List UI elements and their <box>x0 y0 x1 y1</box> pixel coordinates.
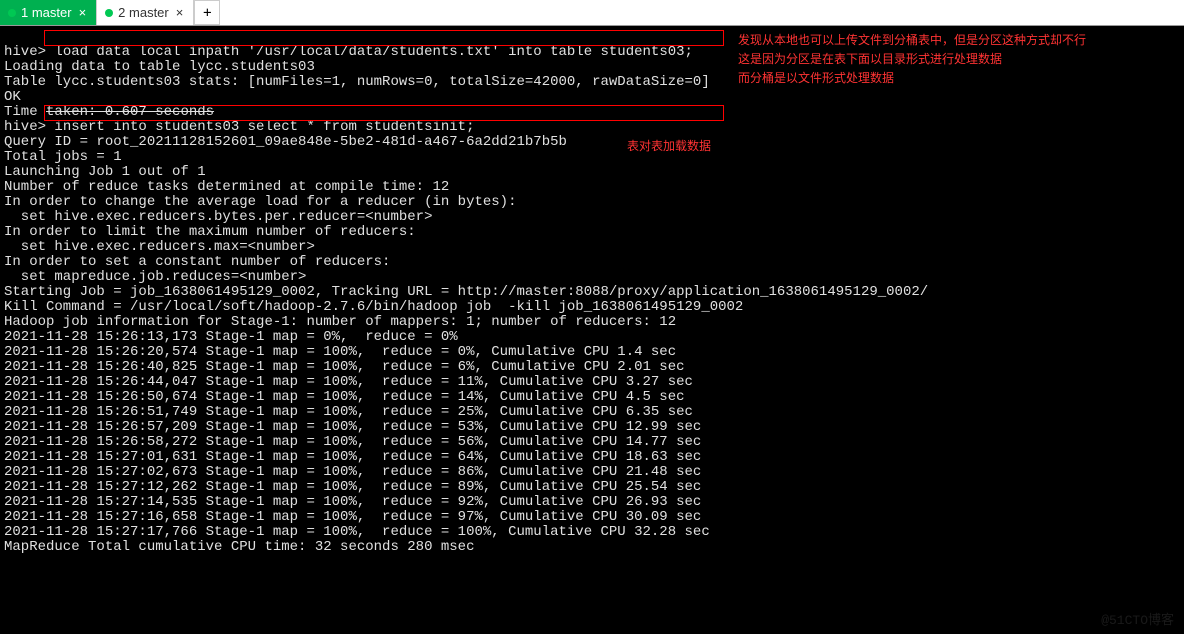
terminal-output: MapReduce Total cumulative CPU time: 32 … <box>4 539 474 555</box>
terminal-output: 2021-11-28 15:27:14,535 Stage-1 map = 10… <box>4 494 701 510</box>
hive-prompt: hive> <box>4 44 46 60</box>
terminal[interactable]: hive> load data local inpath '/usr/local… <box>0 26 1184 634</box>
status-dot-icon <box>105 9 113 17</box>
terminal-output: 2021-11-28 15:26:20,574 Stage-1 map = 10… <box>4 344 676 360</box>
terminal-output: 2021-11-28 15:27:16,658 Stage-1 map = 10… <box>4 509 701 525</box>
command-load-data: load data local inpath '/usr/local/data/… <box>46 44 693 60</box>
terminal-output: 2021-11-28 15:26:44,047 Stage-1 map = 10… <box>4 374 693 390</box>
tab-1-master[interactable]: 1 master × <box>0 0 97 25</box>
close-icon[interactable]: × <box>77 5 89 20</box>
terminal-output: 2021-11-28 15:27:01,631 Stage-1 map = 10… <box>4 449 701 465</box>
terminal-output: Query ID = root_20211128152601_09ae848e-… <box>4 134 567 150</box>
annotation-4: 表对表加载数据 <box>627 139 711 154</box>
annotation-3: 而分桶是以文件形式处理数据 <box>738 71 894 86</box>
tab-bar: 1 master × 2 master × + <box>0 0 1184 26</box>
terminal-output: 2021-11-28 15:27:12,262 Stage-1 map = 10… <box>4 479 701 495</box>
terminal-output: 2021-11-28 15:26:50,674 Stage-1 map = 10… <box>4 389 685 405</box>
terminal-output: 2021-11-28 15:27:02,673 Stage-1 map = 10… <box>4 464 701 480</box>
terminal-output: 2021-11-28 15:27:17,766 Stage-1 map = 10… <box>4 524 710 540</box>
command-insert: insert into students03 select * from stu… <box>46 119 474 135</box>
terminal-output: In order to change the average load for … <box>4 194 516 210</box>
terminal-output: 2021-11-28 15:26:40,825 Stage-1 map = 10… <box>4 359 685 375</box>
terminal-output: Kill Command = /usr/local/soft/hadoop-2.… <box>4 299 743 315</box>
terminal-output: Hadoop job information for Stage-1: numb… <box>4 314 676 330</box>
terminal-output: set hive.exec.reducers.max=<number> <box>4 239 315 255</box>
close-icon[interactable]: × <box>174 5 186 20</box>
watermark: @51CTO博客 <box>1101 613 1174 628</box>
terminal-output: set mapreduce.job.reduces=<number> <box>4 269 306 285</box>
terminal-output: In order to set a constant number of red… <box>4 254 390 270</box>
terminal-output: Table lycc.students03 stats: [numFiles=1… <box>4 74 710 90</box>
terminal-output: 2021-11-28 15:26:51,749 Stage-1 map = 10… <box>4 404 693 420</box>
terminal-output: OK <box>4 89 21 105</box>
terminal-output: 2021-11-28 15:26:58,272 Stage-1 map = 10… <box>4 434 701 450</box>
terminal-output: Time <box>4 104 46 120</box>
terminal-output: Number of reduce tasks determined at com… <box>4 179 449 195</box>
terminal-output: Total jobs = 1 <box>4 149 122 165</box>
terminal-output: Launching Job 1 out of 1 <box>4 164 206 180</box>
terminal-output: Starting Job = job_1638061495129_0002, T… <box>4 284 928 300</box>
terminal-output: 2021-11-28 15:26:57,209 Stage-1 map = 10… <box>4 419 701 435</box>
annotation-2: 这是因为分区是在表下面以目录形式进行处理数据 <box>738 52 1002 67</box>
tab-label: 2 master <box>118 5 169 20</box>
tab-label: 1 master <box>21 5 72 20</box>
terminal-output: 2021-11-28 15:26:13,173 Stage-1 map = 0%… <box>4 329 458 345</box>
plus-icon: + <box>203 5 211 21</box>
terminal-output-strike: taken: 0.607 seconds <box>46 104 214 120</box>
tab-2-master[interactable]: 2 master × <box>97 0 194 25</box>
terminal-output: In order to limit the maximum number of … <box>4 224 416 240</box>
terminal-output: Loading data to table lycc.students03 <box>4 59 315 75</box>
add-tab-button[interactable]: + <box>194 0 220 25</box>
terminal-output: set hive.exec.reducers.bytes.per.reducer… <box>4 209 432 225</box>
hive-prompt: hive> <box>4 119 46 135</box>
annotation-1: 发现从本地也可以上传文件到分桶表中，但是分区这种方式却不行 <box>738 33 1086 48</box>
status-dot-icon <box>8 9 16 17</box>
